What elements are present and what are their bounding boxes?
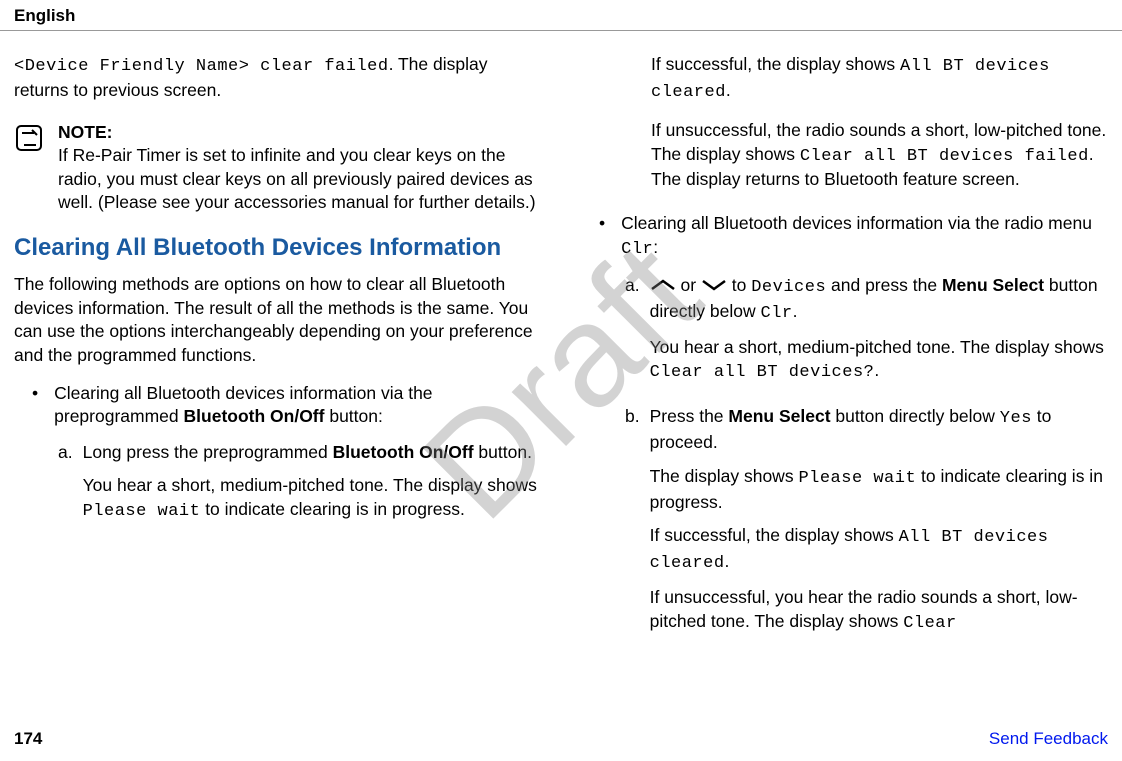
note-icon (14, 123, 44, 216)
step-a-body: Long press the preprogrammed Bluetooth O… (83, 441, 541, 534)
p1a: If successful, the display shows (651, 54, 900, 74)
page-header: English (0, 0, 1122, 31)
bullet-content-2: Clearing all Bluetooth devices informati… (621, 212, 1108, 262)
bullet-bold: Bluetooth On/Off (184, 406, 325, 426)
step-b-body: Press the Menu Select button directly be… (650, 405, 1108, 646)
step-a-1bold: Bluetooth On/Off (333, 442, 474, 462)
sb2a: The display shows (650, 466, 799, 486)
p-success: If successful, the display shows All BT … (651, 53, 1108, 105)
bullet2-a: Clearing all Bluetooth devices informati… (621, 213, 1092, 233)
bullet-marker: • (32, 382, 38, 429)
step-a-1a: Long press the preprogrammed (83, 442, 333, 462)
sa1c: and press the (826, 275, 942, 295)
step-b-p2: The display shows Please wait to indicat… (650, 465, 1108, 515)
sb1a: Press the (650, 406, 729, 426)
step-a-r-p2: You hear a short, medium-pitched tone. T… (650, 336, 1108, 386)
sa1b: to (727, 275, 751, 295)
right-column: If successful, the display shows All BT … (581, 53, 1108, 656)
bullet2-mono: Clr (621, 240, 653, 259)
content-area: <Device Friendly Name> clear failed. The… (0, 31, 1122, 656)
sb3b: . (725, 551, 730, 571)
bullet-content: Clearing all Bluetooth devices informati… (54, 382, 541, 429)
page-number: 174 (14, 729, 42, 749)
sa1mono: Devices (751, 278, 826, 297)
section-heading: Clearing All Bluetooth Devices Informati… (14, 233, 541, 263)
text-device-clear-failed: <Device Friendly Name> clear failed (14, 57, 389, 76)
down-arrow-icon (701, 274, 727, 298)
language-label: English (14, 6, 75, 25)
step-b-label: b. (625, 405, 640, 646)
sb3a: If successful, the display shows (650, 525, 899, 545)
p1b: . (726, 80, 731, 100)
step-a-body-r: or to Devices and press the Menu Select … (650, 274, 1108, 395)
up-arrow-icon (650, 274, 676, 298)
sb1mono: Yes (1000, 409, 1032, 428)
step-a-p1: Long press the preprogrammed Bluetooth O… (83, 441, 541, 465)
bullet2-b: : (653, 237, 658, 257)
sb1b: button directly below (831, 406, 1000, 426)
sa1mono2: Clr (761, 304, 793, 323)
left-column: <Device Friendly Name> clear failed. The… (14, 53, 541, 656)
step-a-label-r: a. (625, 274, 640, 395)
sa1e: . (793, 301, 798, 321)
bullet-radiomenu: • Clearing all Bluetooth devices informa… (599, 212, 1108, 262)
bullet-text-b: button: (324, 406, 382, 426)
note-block: NOTE: If Re-Pair Timer is set to infinit… (14, 121, 541, 216)
step-a-2b: to indicate clearing is in progress. (200, 499, 465, 519)
intro-paragraph: The following methods are options on how… (14, 273, 541, 368)
note-label: NOTE: (58, 121, 541, 145)
sa1bold: Menu Select (942, 275, 1044, 295)
bullet-preprogrammed: • Clearing all Bluetooth devices informa… (32, 382, 541, 429)
sb1bold: Menu Select (728, 406, 830, 426)
step-a-left: a. Long press the preprogrammed Bluetoot… (58, 441, 541, 534)
step-b-right: b. Press the Menu Select button directly… (625, 405, 1108, 646)
bullet-marker-2: • (599, 212, 605, 262)
para-clear-failed: <Device Friendly Name> clear failed. The… (14, 53, 541, 103)
step-b-p1: Press the Menu Select button directly be… (650, 405, 1108, 455)
sb4mono: Clear (903, 614, 957, 633)
step-b-p4: If unsuccessful, you hear the radio soun… (650, 586, 1108, 636)
sb2mono: Please wait (798, 469, 916, 488)
step-a-2mono: Please wait (83, 502, 201, 521)
step-b-p3: If successful, the display shows All BT … (650, 524, 1108, 576)
note-body: If Re-Pair Timer is set to infinite and … (58, 144, 541, 215)
send-feedback-link[interactable]: Send Feedback (989, 729, 1108, 749)
step-a-r-p1: or to Devices and press the Menu Select … (650, 274, 1108, 326)
continued-step-body: If successful, the display shows All BT … (651, 53, 1108, 192)
step-a-1b: button. (474, 442, 532, 462)
step-a-right: a. or to Devices and press the Menu Sele… (625, 274, 1108, 395)
note-content: NOTE: If Re-Pair Timer is set to infinit… (58, 121, 541, 216)
p-unsuccess: If unsuccessful, the radio sounds a shor… (651, 119, 1108, 192)
step-a-p2: You hear a short, medium-pitched tone. T… (83, 474, 541, 524)
step-a-2a: You hear a short, medium-pitched tone. T… (83, 475, 537, 495)
sa2b: . (874, 360, 879, 380)
sb4a: If unsuccessful, you hear the radio soun… (650, 587, 1078, 631)
step-a-label: a. (58, 441, 73, 534)
p2mono: Clear all BT devices failed (800, 147, 1089, 166)
sa1a: or (676, 275, 701, 295)
sa2mono: Clear all BT devices? (650, 363, 875, 382)
page-footer: 174 Send Feedback (0, 729, 1122, 749)
sa2a: You hear a short, medium-pitched tone. T… (650, 337, 1104, 357)
